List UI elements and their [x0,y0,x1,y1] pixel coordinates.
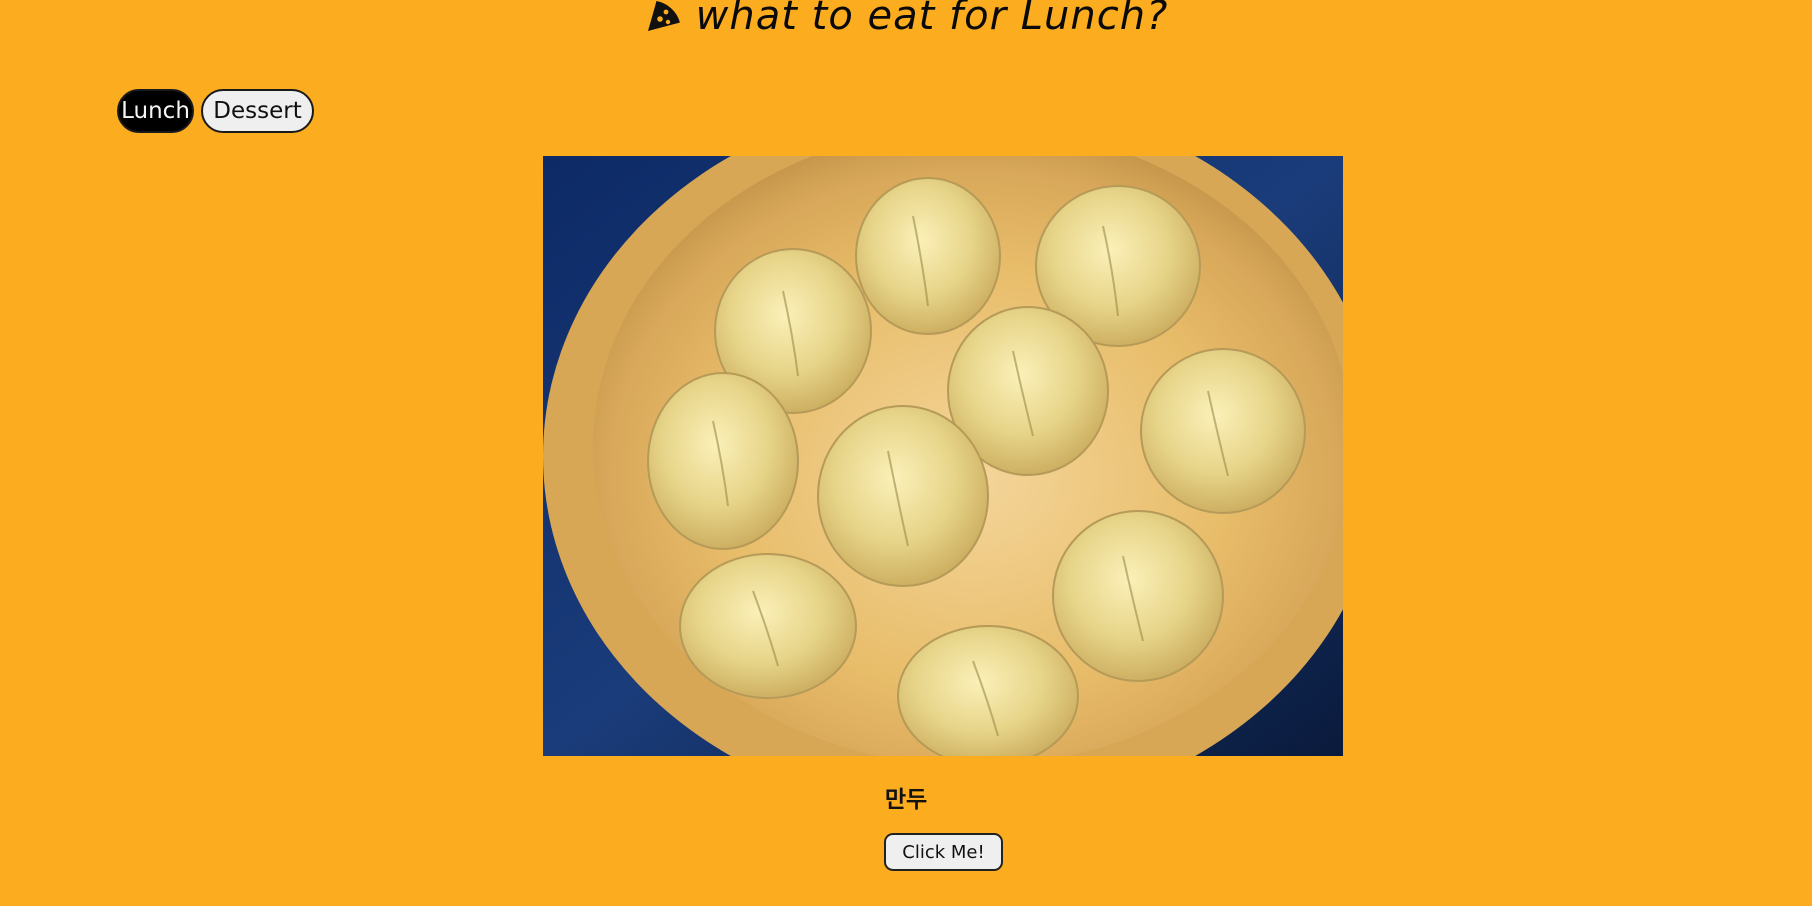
pizza-slice-icon [644,0,682,35]
food-name: 만두 [884,787,928,813]
header: what to eat for Lunch? [0,0,1812,46]
click-me-button[interactable]: Click Me! [884,833,1003,871]
category-tabs: Lunch Dessert [117,89,314,133]
food-image [543,156,1343,756]
page: what to eat for Lunch? Lunch Dessert 만두 … [0,0,1812,906]
tab-lunch[interactable]: Lunch [117,89,194,133]
page-title: what to eat for Lunch? [695,0,1169,39]
tab-dessert[interactable]: Dessert [201,89,314,133]
